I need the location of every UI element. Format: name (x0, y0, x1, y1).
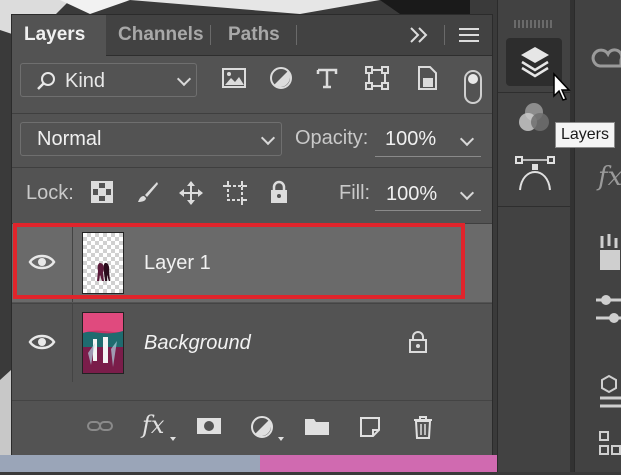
tab-paths[interactable]: Paths (216, 15, 296, 55)
pixel-layer-filter-icon[interactable] (221, 65, 247, 96)
layer-row-background[interactable]: Background (12, 303, 492, 382)
smart-object-filter-icon[interactable] (414, 65, 440, 96)
adjustment-dropdown-indicator (278, 437, 284, 441)
layer-lock-icon (408, 330, 428, 359)
double-chevron-right-icon[interactable] (408, 24, 430, 51)
fx-layer-style-icon[interactable]: fx (142, 411, 164, 439)
link-layers-icon[interactable] (86, 415, 114, 442)
divider (12, 113, 492, 114)
adjustment-layer-filter-icon[interactable] (268, 65, 294, 96)
creative-cloud-icon[interactable] (590, 44, 621, 79)
layers-panel: Layers Channels Paths Kind Normal Opacit… (11, 14, 493, 455)
add-mask-icon[interactable] (196, 415, 222, 442)
brushes-icon[interactable] (598, 234, 621, 279)
layers-tooltip: Layers (555, 122, 615, 148)
fx-dropdown-indicator (170, 437, 176, 441)
blend-mode-value: Normal (37, 128, 102, 150)
layers-panel-icon (518, 44, 552, 85)
lock-position-icon[interactable] (178, 180, 204, 211)
fill-label: Fill: (339, 182, 371, 204)
lock-all-icon[interactable] (268, 180, 290, 209)
visibility-eye-icon[interactable] (28, 332, 56, 357)
libraries-grid-icon[interactable] (598, 430, 621, 475)
panel-footer: fx (12, 400, 492, 455)
opacity-field[interactable]: 100% (385, 128, 436, 151)
blend-mode-select[interactable]: Normal (20, 122, 282, 156)
panel-tab-bar: Layers Channels Paths (12, 15, 492, 56)
trash-icon[interactable] (412, 415, 434, 444)
fill-chevron-down-icon[interactable] (459, 185, 475, 201)
filter-toggle[interactable] (464, 70, 482, 104)
chevron-down-icon (176, 71, 192, 87)
tab-divider (296, 25, 297, 45)
background-thumbnail (82, 312, 124, 374)
dock-grip[interactable] (514, 20, 554, 28)
type-layer-filter-icon[interactable] (314, 65, 340, 96)
kind-filter-select[interactable]: Kind (20, 63, 197, 97)
hamburger-menu-icon[interactable] (458, 26, 480, 49)
visibility-eye-icon[interactable] (28, 252, 56, 277)
paths-panel-icon[interactable] (514, 154, 556, 199)
lock-artboard-icon[interactable] (222, 180, 248, 211)
divider (12, 167, 492, 168)
styles-fx-icon[interactable]: fx (598, 162, 621, 192)
tab-divider (210, 25, 211, 45)
opacity-chevron-down-icon[interactable] (459, 131, 475, 147)
new-group-folder-icon[interactable] (304, 415, 330, 442)
layer-1-thumbnail (82, 232, 124, 294)
3d-properties-icon[interactable] (598, 374, 621, 419)
layer-row-layer-1[interactable]: Layer 1 (12, 224, 492, 302)
filter-row: Kind (12, 55, 492, 113)
opacity-label: Opacity: (295, 127, 369, 149)
shape-layer-filter-icon[interactable] (364, 65, 390, 96)
adjustments-sliders-icon[interactable] (596, 292, 621, 331)
lock-label: Lock: (26, 182, 74, 204)
fill-field[interactable]: 100% (386, 183, 437, 206)
adjustment-layer-icon[interactable] (250, 415, 274, 444)
search-icon (35, 70, 57, 97)
new-layer-icon[interactable] (358, 415, 382, 444)
lock-transparent-pixels-icon[interactable] (90, 180, 114, 209)
layer-name[interactable]: Layer 1 (144, 252, 211, 275)
kind-filter-label: Kind (65, 70, 106, 92)
color-channels-icon[interactable] (516, 100, 552, 141)
tab-divider (444, 25, 445, 45)
lock-image-pixels-icon[interactable] (136, 180, 160, 209)
fill-underline (375, 210, 481, 211)
mouse-cursor-icon (552, 72, 572, 107)
opacity-underline (375, 156, 481, 157)
tab-layers[interactable]: Layers (12, 15, 106, 56)
chevron-down-icon (260, 130, 276, 146)
layer-name[interactable]: Background (144, 332, 251, 355)
tab-channels[interactable]: Channels (106, 15, 210, 55)
